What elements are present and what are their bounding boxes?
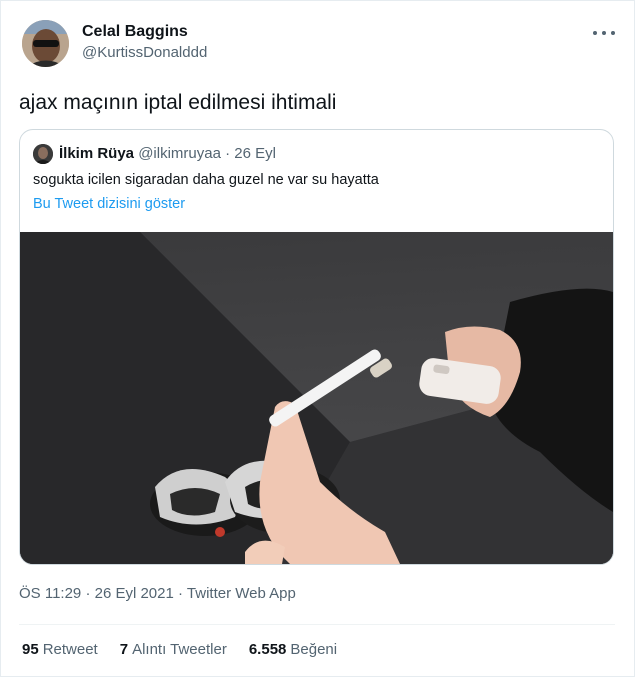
quoted-author-avatar [33,144,53,164]
quoted-author-name: İlkim Rüya [59,145,135,162]
dot [602,31,606,35]
like-count-value: 6.558 [248,641,287,658]
tweet-meta: ÖS 11:29 · 26 Eyl 2021 · Twitter Web App [19,585,296,602]
retweet-count[interactable]: 95 Retweet [22,641,98,658]
tweet-time[interactable]: ÖS 11:29 [19,585,81,602]
dot [611,31,615,35]
like-count[interactable]: 6.558 Beğeni [249,641,337,658]
quoted-photo[interactable] [20,232,613,564]
author-name[interactable]: Celal Baggins [82,23,188,41]
separator: · [85,585,91,602]
author-avatar[interactable] [22,20,69,67]
quote-tweet-label: Alıntı Tweetler [132,641,227,658]
tweet-text: ajax maçının iptal edilmesi ihtimali [19,91,337,114]
quoted-date: 26 Eyl [234,145,276,162]
quote-tweet-count-value: 7 [119,641,129,658]
tweet-card: Celal Baggins @KurtissDonalddd ajax maçı… [0,0,635,677]
separator: · [178,585,184,602]
retweet-count-value: 95 [22,641,39,658]
retweet-label: Retweet [42,641,98,658]
quoted-tweet[interactable]: İlkim Rüya @ilkimruyaa · 26 Eyl sogukta … [19,129,614,565]
quoted-header: İlkim Rüya @ilkimruyaa · 26 Eyl [59,145,276,162]
show-thread-link[interactable]: Bu Tweet dizisini göster [33,196,185,212]
separator: · [225,145,231,162]
like-label: Beğeni [290,641,338,658]
quoted-author-handle: @ilkimruyaa [138,145,221,162]
divider [19,624,615,625]
quote-tweet-count[interactable]: 7 Alıntı Tweetler [120,641,227,658]
tweet-source[interactable]: Twitter Web App [187,585,296,602]
quoted-text: sogukta icilen sigaradan daha guzel ne v… [33,172,379,188]
author-handle[interactable]: @KurtissDonalddd [82,44,207,61]
tweet-date[interactable]: 26 Eyl 2021 [95,585,174,602]
more-horizontal-icon[interactable] [593,23,615,43]
dot [593,31,597,35]
tweet-stats: 95 Retweet 7 Alıntı Tweetler 6.558 Beğeni [22,641,337,658]
